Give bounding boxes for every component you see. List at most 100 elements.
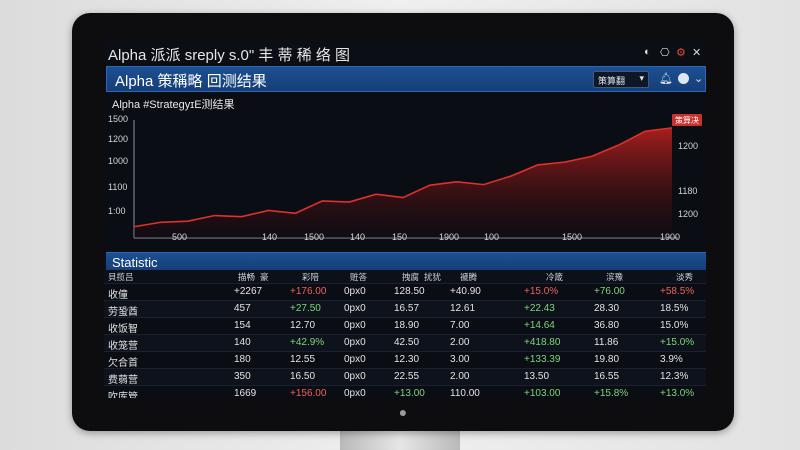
table-cell: 0px0 (344, 371, 366, 382)
table-cell: 13.50 (524, 371, 550, 382)
table-cell: 0px0 (344, 303, 366, 314)
table-cell: 19.80 (594, 354, 620, 365)
table-row[interactable]: 吹库管 1669 +156.00 0px0 +13.00 110.00 +103.00 +15… (104, 386, 706, 398)
table-cell: +15.0% (660, 337, 695, 348)
column-header: 拽腐 (402, 272, 420, 282)
equity-chart-svg: 1500 1200 1000 1100 1:00 1200 1180 1200 500 140 15… (108, 114, 702, 242)
close-icon[interactable]: ✕ (692, 46, 701, 59)
x-tick-label: 1900 (439, 232, 459, 242)
table-cell: 0px0 (344, 320, 366, 331)
table-cell: 16.55 (594, 371, 620, 382)
apple-logo-icon: ● (398, 404, 408, 420)
restore-icon[interactable]: ⎔ (660, 46, 670, 59)
table-cell: 费蒻营 (108, 375, 138, 386)
table-cell: 140 (234, 337, 251, 348)
x-tick-label: 140 (350, 232, 365, 242)
table-cell: 1669 (234, 388, 257, 398)
window-titlebar: Alpha 派派 sreply s.0" 丰 蒂 稀 络 图 ◐ ⎔ ⚙ ✕ (104, 40, 706, 64)
table-cell: 吹库管 (108, 392, 138, 398)
table-cell: 180 (234, 354, 251, 365)
bell-icon[interactable]: 🔔︎ (659, 72, 673, 85)
table-cell: +22.43 (524, 303, 555, 314)
table-cell: +133.39 (524, 354, 561, 365)
x-tick-label: 150 (392, 232, 407, 242)
table-cell: +13.0% (660, 388, 695, 398)
y-tick-label: 1100 (108, 182, 127, 192)
y-tick-label: 1000 (108, 156, 128, 166)
table-cell: 2.00 (450, 371, 470, 382)
window-title: Alpha 派派 sreply s.0" 丰 蒂 稀 络 图 (108, 47, 351, 64)
table-cell: 欠合首 (108, 358, 138, 369)
x-tick-label: 100 (484, 232, 499, 242)
equity-chart: 1500 1200 1000 1100 1:00 1200 1180 1200 500 140 15… (104, 110, 706, 250)
table-cell: 457 (234, 303, 251, 314)
screen: Alpha 派派 sreply s.0" 丰 蒂 稀 络 图 ◐ ⎔ ⚙ ✕ A… (104, 40, 706, 398)
table-cell: 收饭智 (108, 324, 138, 335)
table-cell: 110.00 (450, 388, 480, 398)
y-tick-label: 1500 (108, 114, 128, 124)
table-cell: +13.00 (394, 388, 425, 398)
column-header: 冷箴 (546, 272, 564, 282)
settings-icon[interactable]: ⚙ (676, 46, 686, 59)
table-cell: 18.5% (660, 303, 689, 314)
x-tick-label: 500 (172, 232, 187, 242)
table-cell: +15.0% (524, 286, 559, 297)
table-cell: +103.00 (524, 388, 561, 398)
table-cell: 12.55 (290, 354, 316, 365)
equity-area (134, 127, 672, 238)
table-cell: +76.00 (594, 286, 625, 297)
column-header: 淡秀 (676, 272, 694, 282)
table-row[interactable]: 费蒻营 350 16.50 0px0 22.55 2.00 13.50 16.55 12.3% (104, 369, 706, 386)
table-row[interactable]: 收笼营 140 +42.9% 0px0 42.50 2.00 +418.80 11.86 +15… (104, 335, 706, 352)
table-cell: +27.50 (290, 303, 321, 314)
table-row[interactable]: 收饭智 154 12.70 0px0 18.90 7.00 +14.64 36.80 15.0% (104, 318, 706, 335)
x-tick-label: 1500 (304, 232, 324, 242)
table-cell: 12.30 (394, 354, 420, 365)
table-cell: +42.9% (290, 337, 325, 348)
column-header: 赃答 (350, 272, 368, 282)
table-cell: 7.00 (450, 320, 470, 331)
table-cell: 12.61 (450, 303, 476, 314)
table-cell: +14.64 (524, 320, 555, 331)
table-row[interactable]: 欠合首 180 12.55 0px0 12.30 3.00 +133.39 19.80 3.9% (104, 352, 706, 369)
column-header: 彩陪 (302, 272, 320, 282)
table-cell: 12.70 (290, 320, 316, 331)
table-cell: 0px0 (344, 286, 366, 297)
statistic-label: Statistic (112, 255, 158, 270)
table-cell: 劳蛩酋 (108, 307, 138, 318)
table-cell: +40.90 (450, 286, 481, 297)
table-row[interactable]: 收僮 +2267 +176.00 0px0 128.50 +40.90 +15.0% +76.… (104, 284, 706, 301)
chevron-down-icon[interactable]: ⌄ (694, 72, 703, 85)
table-row[interactable]: 劳蛩酋 457 +27.50 0px0 16.57 12.61 +22.43 28.30 18.… (104, 301, 706, 318)
table-cell: 3.00 (450, 354, 470, 365)
table-cell: 3.9% (660, 354, 683, 365)
table-body: 收僮 +2267 +176.00 0px0 128.50 +40.90 +15.0% +76.… (104, 284, 706, 398)
page-title: Alpha 策稱略 回测结果 (115, 73, 267, 90)
table-header-row: 貝揽吕 描畅 豪 彩陪 赃答 拽腐 扰犹 褫腾 冷箴 滨豫 淡秀 (104, 270, 706, 284)
table-cell: +418.80 (524, 337, 561, 348)
strategy-dropdown[interactable]: 策算翻 ▾ (593, 71, 649, 88)
table-cell: 22.55 (394, 371, 420, 382)
y-tick-label: 1200 (678, 141, 698, 151)
table-cell: 36.80 (594, 320, 620, 331)
column-header: 扰犹 (424, 272, 442, 282)
chevron-down-icon: ▾ (639, 73, 644, 83)
x-tick-label: 1500 (562, 232, 582, 242)
column-header: 豪 (260, 272, 269, 282)
y-tick-label: 1180 (678, 186, 697, 196)
dropdown-label: 策算翻 (598, 76, 626, 86)
table-cell: +176.00 (290, 286, 327, 297)
statistic-header: Statistic (106, 252, 706, 270)
table-cell: 0px0 (344, 337, 366, 348)
user-avatar[interactable] (678, 73, 689, 84)
table-cell: +2267 (234, 286, 263, 297)
minimize-icon[interactable]: ◐ (644, 46, 651, 58)
table-cell: 12.3% (660, 371, 689, 382)
table-cell: 0px0 (344, 354, 366, 365)
statistic-table: 貝揽吕 描畅 豪 彩陪 赃答 拽腐 扰犹 褫腾 冷箴 滨豫 淡秀 收僮 +2267… (104, 270, 706, 398)
table-cell: 15.0% (660, 320, 689, 331)
table-cell: +58.5% (660, 286, 695, 297)
table-cell: 16.50 (290, 371, 316, 382)
table-cell: 350 (234, 371, 251, 382)
table-cell: 收僮 (108, 290, 128, 301)
